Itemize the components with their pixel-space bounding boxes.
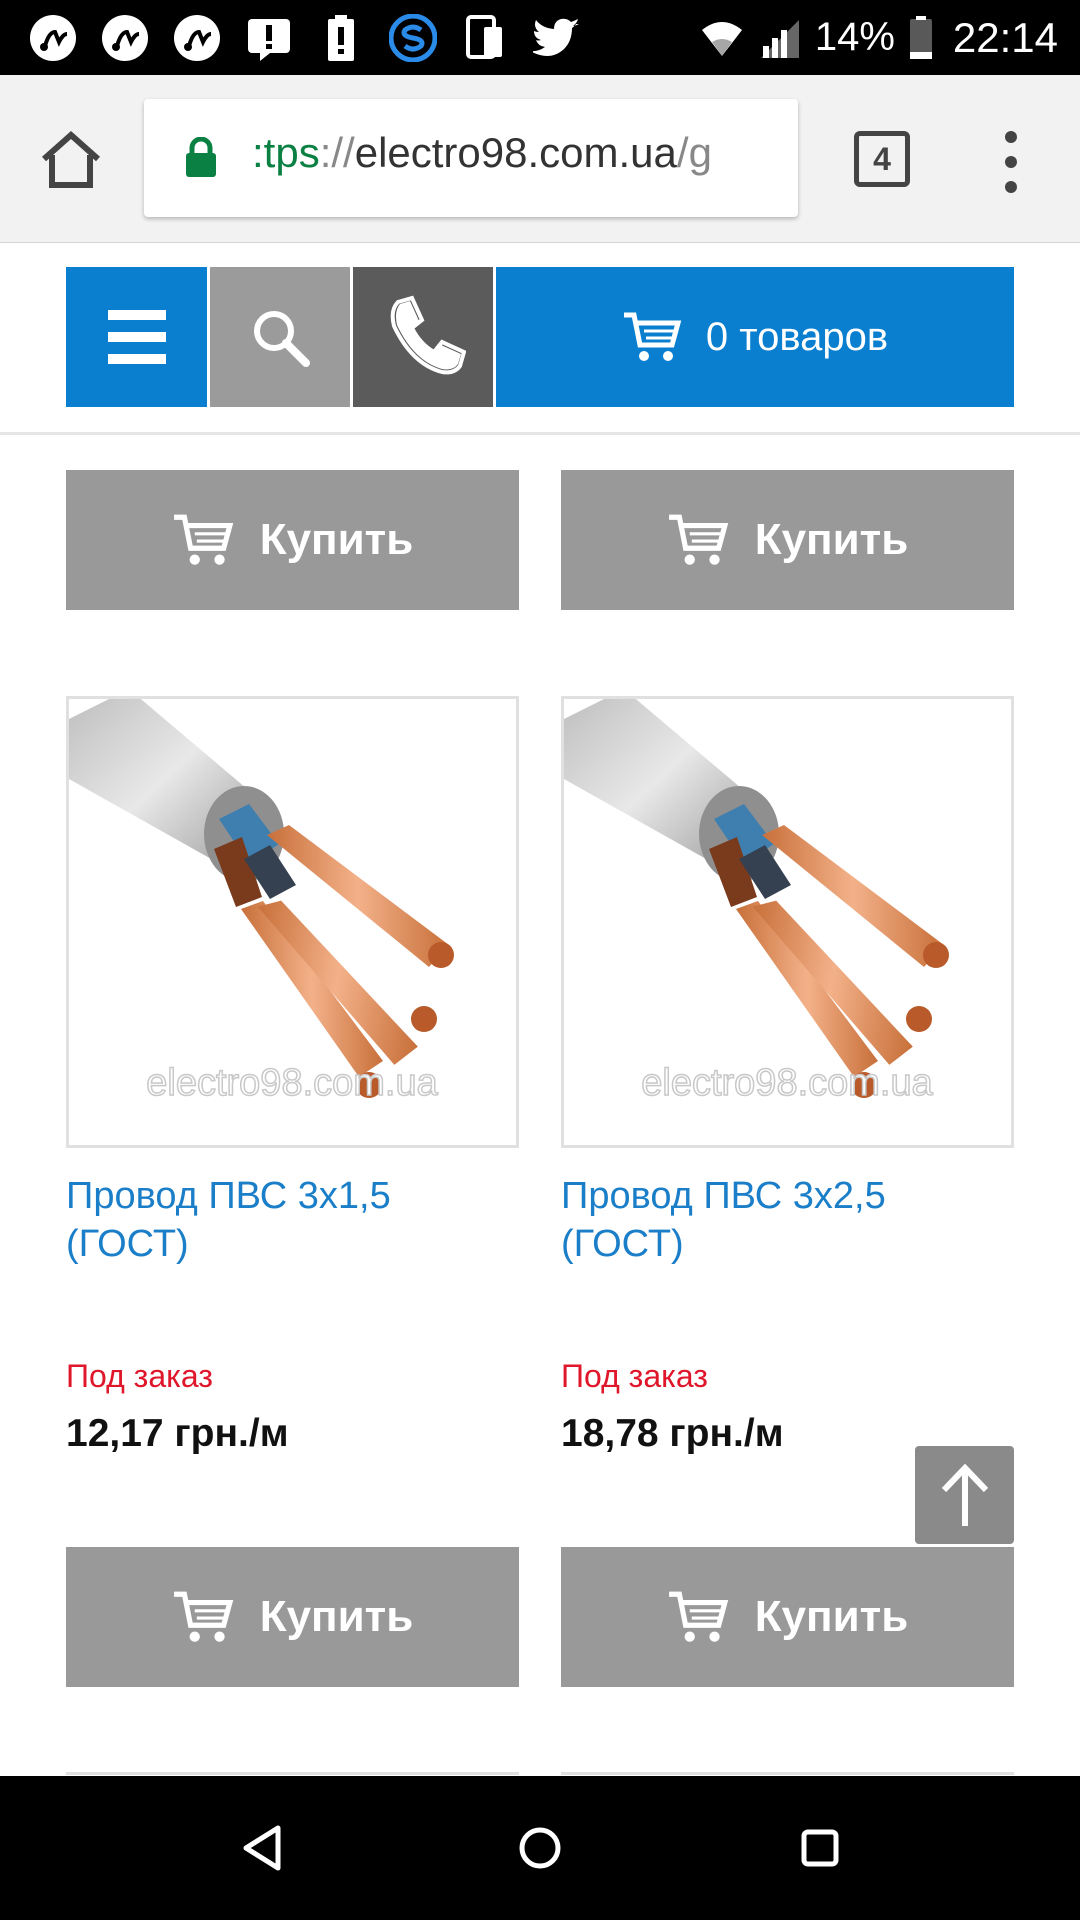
- url-scheme: :tps: [252, 129, 320, 176]
- app-icon: [172, 13, 222, 63]
- notification-icons: [28, 12, 582, 64]
- menu-dot-icon: [1005, 156, 1017, 168]
- alert-icon: [244, 13, 294, 63]
- recent-apps-button[interactable]: [788, 1816, 852, 1880]
- app-icon: [28, 13, 78, 63]
- phone-icon: [390, 295, 466, 375]
- buy-button[interactable]: Купить: [561, 1547, 1014, 1687]
- battery-percent: 14%: [814, 15, 895, 59]
- home-button[interactable]: [38, 127, 104, 193]
- cart-count-label: 0 товаров: [705, 314, 889, 359]
- menu-dot-icon: [1005, 181, 1017, 193]
- clock: 22:14: [952, 13, 1058, 61]
- product-title-link[interactable]: Провод ПВС 3х2,5 (ГОСТ): [561, 1172, 1014, 1268]
- lock-icon: [186, 137, 216, 177]
- image-watermark: electro98.com.ua: [146, 1062, 438, 1104]
- hamburger-menu-button[interactable]: [66, 267, 207, 407]
- buy-button-label: Купить: [754, 1592, 909, 1641]
- back-icon: [243, 1825, 281, 1871]
- recent-apps-icon: [801, 1829, 839, 1867]
- cable-product-image: electro98.com.ua: [564, 699, 949, 1105]
- search-icon: [254, 311, 310, 367]
- arrow-up-icon: [941, 1463, 988, 1526]
- product-price: 12,17 грн./м: [66, 1412, 289, 1455]
- header-divider: [0, 432, 1080, 435]
- product-image-link[interactable]: electro98.com.ua: [66, 696, 519, 1148]
- scroll-to-top-button[interactable]: [915, 1446, 1014, 1544]
- battery-icon: [909, 15, 932, 59]
- cart-button[interactable]: 0 товаров: [496, 267, 1014, 407]
- buy-button-label: Купить: [754, 515, 909, 564]
- cart-icon: [623, 312, 682, 361]
- battery-alert-icon: [316, 13, 366, 63]
- url-separator: ://: [319, 129, 355, 176]
- home-icon: [42, 130, 100, 188]
- cart-icon: [668, 1591, 728, 1642]
- system-navigation-bar: [0, 1776, 1080, 1920]
- skype-icon: [388, 13, 438, 63]
- status-right: 14% 22:14: [699, 0, 1058, 75]
- address-bar[interactable]: :tps://electro98.com.ua/g: [144, 99, 798, 217]
- product-title-link[interactable]: Провод ПВС 3х1,5 (ГОСТ): [66, 1172, 519, 1268]
- image-watermark: electro98.com.ua: [641, 1062, 933, 1104]
- buy-button[interactable]: Купить: [561, 470, 1014, 610]
- url-host: electro98.com.ua: [354, 129, 677, 176]
- site-header-bar: 0 товаров: [66, 267, 1014, 407]
- availability-status: Под заказ: [561, 1358, 708, 1394]
- cart-icon: [173, 1591, 233, 1642]
- signal-icon: [760, 19, 799, 58]
- search-button[interactable]: [210, 267, 350, 407]
- hamburger-icon: [107, 310, 166, 364]
- twitter-icon: [532, 13, 582, 63]
- overflow-menu-button[interactable]: [996, 131, 1026, 193]
- cart-icon: [173, 514, 233, 565]
- product-image-link[interactable]: electro98.com.ua: [561, 696, 1014, 1148]
- tab-switcher-button[interactable]: 4: [854, 131, 910, 187]
- menu-dot-icon: [1005, 131, 1017, 143]
- product-price: 18,78 грн./м: [561, 1412, 784, 1455]
- next-product-card-edge: [561, 1772, 1014, 1775]
- availability-status: Под заказ: [66, 1358, 213, 1394]
- cable-product-image: electro98.com.ua: [69, 699, 454, 1105]
- phone-button[interactable]: [353, 267, 493, 407]
- buy-button[interactable]: Купить: [66, 1547, 519, 1687]
- buy-button[interactable]: Купить: [66, 470, 519, 610]
- home-circle-icon: [519, 1827, 561, 1869]
- url-path: /g: [676, 129, 712, 176]
- wifi-icon: [701, 21, 742, 56]
- next-product-card-edge: [66, 1772, 519, 1775]
- back-button[interactable]: [230, 1816, 294, 1880]
- status-bar: 14% 22:14: [0, 0, 1080, 75]
- buy-button-label: Купить: [259, 515, 414, 564]
- cart-icon: [668, 514, 728, 565]
- url-text[interactable]: :tps://electro98.com.ua/g: [252, 129, 782, 177]
- phone-sync-icon: [460, 13, 510, 63]
- browser-toolbar: :tps://electro98.com.ua/g 4: [0, 75, 1080, 243]
- home-nav-button[interactable]: [508, 1816, 572, 1880]
- app-icon: [100, 13, 150, 63]
- buy-button-label: Купить: [259, 1592, 414, 1641]
